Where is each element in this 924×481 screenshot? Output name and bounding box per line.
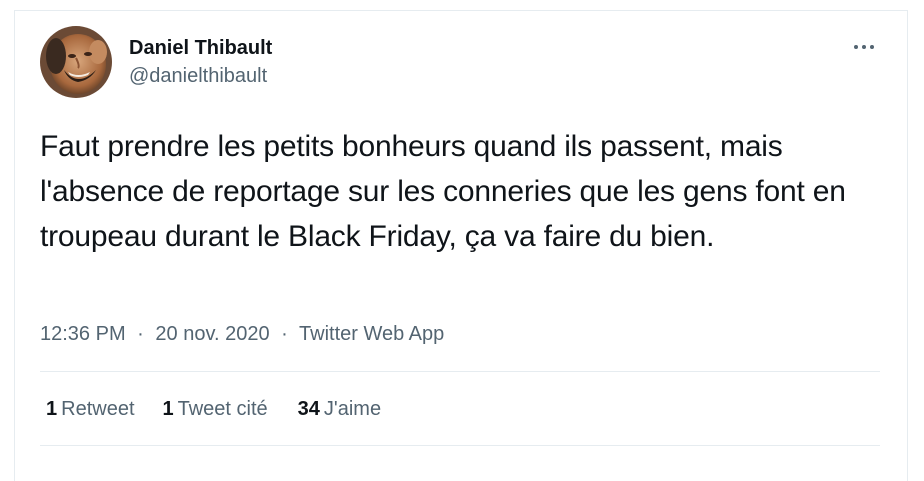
quotes-stat[interactable]: 1 Tweet cité bbox=[163, 396, 268, 422]
more-options-button[interactable] bbox=[847, 35, 881, 59]
tweet-source[interactable]: Twitter Web App bbox=[299, 323, 444, 345]
tweet-text: Faut prendre les petits bonheurs quand i… bbox=[40, 130, 846, 253]
tweet-meta: 12:36 PM · 20 nov. 2020 · Twitter Web Ap… bbox=[40, 321, 444, 347]
avatar[interactable] bbox=[40, 26, 112, 98]
tweet-time[interactable]: 12:36 PM bbox=[40, 323, 126, 345]
author-handle[interactable]: @danielthibault bbox=[129, 64, 267, 88]
likes-stat[interactable]: 34 J'aime bbox=[298, 396, 381, 422]
quotes-count: 1 bbox=[162, 398, 174, 420]
quotes-label: Tweet cité bbox=[177, 398, 268, 420]
likes-label: J'aime bbox=[323, 398, 382, 420]
likes-count: 34 bbox=[297, 398, 320, 420]
author-name[interactable]: Daniel Thibault bbox=[129, 36, 272, 60]
more-horizontal-icon bbox=[870, 45, 874, 49]
meta-separator: · bbox=[281, 323, 288, 345]
meta-separator: · bbox=[137, 323, 144, 345]
tweet-date[interactable]: 20 nov. 2020 bbox=[155, 323, 269, 345]
retweets-stat[interactable]: 1 Retweet bbox=[46, 396, 135, 422]
retweets-count: 1 bbox=[46, 398, 58, 420]
tweet-card: Daniel Thibault @danielthibault Faut pre… bbox=[14, 10, 908, 481]
tweet-stats: 1 Retweet 1 Tweet cité 34 J'aime bbox=[46, 396, 381, 422]
more-horizontal-icon bbox=[862, 45, 866, 49]
more-horizontal-icon bbox=[854, 45, 858, 49]
divider bbox=[40, 445, 880, 446]
retweets-label: Retweet bbox=[61, 398, 135, 420]
avatar-photo bbox=[40, 26, 112, 98]
divider bbox=[40, 371, 880, 372]
